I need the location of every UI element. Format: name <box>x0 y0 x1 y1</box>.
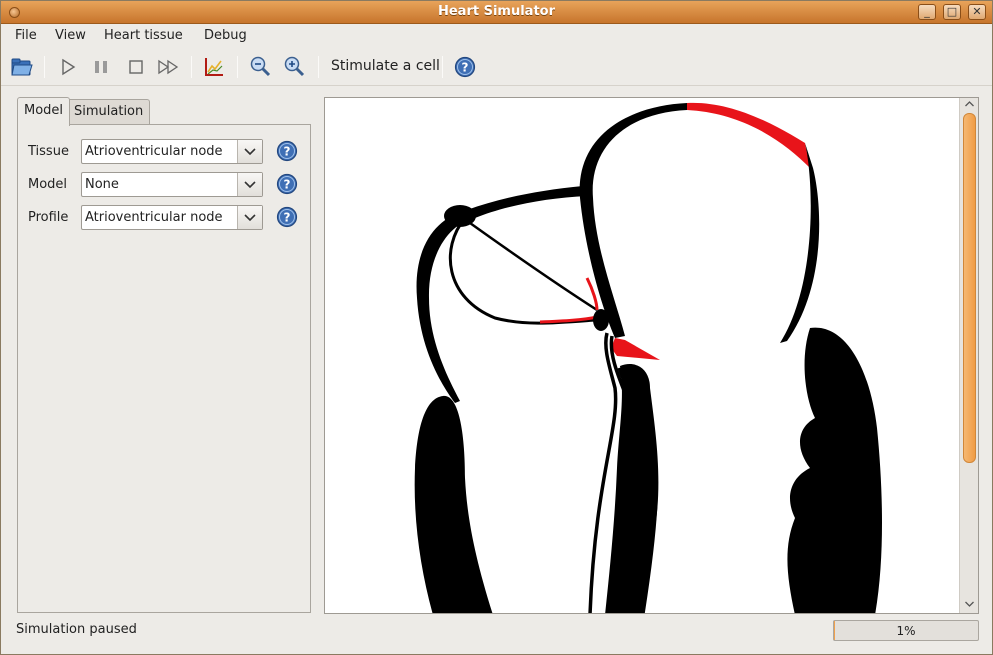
play-button[interactable] <box>55 54 81 80</box>
atrial-bridge <box>467 186 587 218</box>
menu-view[interactable]: View <box>55 28 86 43</box>
open-button[interactable] <box>9 54 35 80</box>
menu-file[interactable]: File <box>15 28 37 43</box>
heart-diagram <box>414 102 882 613</box>
title-bar[interactable]: Heart Simulator _ □ ✕ <box>1 1 992 24</box>
tab-model[interactable]: Model <box>17 97 71 126</box>
pause-button[interactable] <box>88 54 114 80</box>
stimulate-cell-button[interactable]: Stimulate a cell <box>331 58 440 74</box>
menu-debug[interactable]: Debug <box>204 28 247 43</box>
zoom-out-button[interactable] <box>247 54 273 80</box>
zoom-in-icon <box>284 56 305 77</box>
tissue-select-value: Atrioventricular node <box>85 144 223 159</box>
model-dropdown-button[interactable] <box>237 173 262 196</box>
play-icon <box>62 58 76 76</box>
model-tab-panel <box>17 124 311 613</box>
toolbar-separator <box>318 56 319 78</box>
profile-label: Profile <box>28 210 69 225</box>
app-window: Heart Simulator _ □ ✕ File View Heart ti… <box>0 0 993 655</box>
scroll-down-icon[interactable] <box>965 601 974 607</box>
svg-text:?: ? <box>462 61 469 75</box>
profile-select[interactable]: Atrioventricular node <box>81 205 263 230</box>
svg-text:?: ? <box>284 211 291 225</box>
help-icon: ? <box>454 56 476 78</box>
internodal-tract <box>469 221 598 312</box>
profile-dropdown-button[interactable] <box>237 206 262 229</box>
chevron-down-icon <box>244 147 256 155</box>
svg-text:?: ? <box>284 178 291 192</box>
tissue-label: Tissue <box>28 144 69 159</box>
tissue-select[interactable]: Atrioventricular node <box>81 139 263 164</box>
right-ventricle-wall <box>787 327 882 613</box>
fast-forward-button[interactable] <box>156 54 182 80</box>
progress-label: 1% <box>896 624 916 638</box>
close-button[interactable]: ✕ <box>968 4 986 20</box>
internodal-tract <box>448 217 596 325</box>
profile-help-icon[interactable]: ? <box>276 206 298 228</box>
tab-simulation[interactable]: Simulation <box>67 99 151 125</box>
stop-icon <box>129 60 143 74</box>
zoom-in-button[interactable] <box>281 54 307 80</box>
stop-button[interactable] <box>123 54 149 80</box>
toolbar: Stimulate a cell ? <box>1 48 992 86</box>
left-atrial-wall <box>416 210 475 403</box>
toolbar-separator <box>44 56 45 78</box>
atrial-wall-stimulated <box>687 102 810 168</box>
scroll-up-icon[interactable] <box>965 101 974 107</box>
status-text: Simulation paused <box>16 622 137 637</box>
window-title: Heart Simulator <box>437 4 556 19</box>
model-label: Model <box>28 177 68 192</box>
simulation-progress-bar: 1% <box>833 620 979 641</box>
left-ventricle-wall <box>414 395 493 613</box>
zoom-out-icon <box>250 56 271 77</box>
profile-select-value: Atrioventricular node <box>85 210 223 225</box>
fast-forward-icon <box>158 59 179 75</box>
his-bundle-stimulated <box>611 338 660 360</box>
toolbar-separator <box>442 56 443 78</box>
help-button[interactable]: ? <box>452 54 478 80</box>
minimize-button[interactable]: _ <box>918 4 936 20</box>
model-select-value: None <box>85 177 119 192</box>
maximize-button[interactable]: □ <box>943 4 961 20</box>
chevron-down-icon <box>244 213 256 221</box>
atrioventricular-node <box>593 309 609 331</box>
model-select[interactable]: None <box>81 172 263 197</box>
tissue-dropdown-button[interactable] <box>237 140 262 163</box>
scrollbar-thumb[interactable] <box>963 113 976 463</box>
interventricular-septum <box>605 364 659 613</box>
tissue-help-icon[interactable]: ? <box>276 140 298 162</box>
model-help-icon[interactable]: ? <box>276 173 298 195</box>
menu-bar: File View Heart tissue Debug <box>1 25 992 47</box>
chart-button[interactable] <box>201 54 227 80</box>
toolbar-separator <box>191 56 192 78</box>
chart-icon <box>205 58 223 76</box>
menu-heart-tissue[interactable]: Heart tissue <box>104 28 183 43</box>
chevron-down-icon <box>244 180 256 188</box>
open-folder-icon <box>11 58 33 76</box>
canvas-vertical-scrollbar[interactable] <box>959 98 978 613</box>
pause-icon <box>95 61 107 73</box>
heart-tissue-canvas[interactable] <box>324 97 979 614</box>
toolbar-separator <box>237 56 238 78</box>
atrial-wall-right <box>780 143 820 343</box>
svg-text:?: ? <box>284 145 291 159</box>
